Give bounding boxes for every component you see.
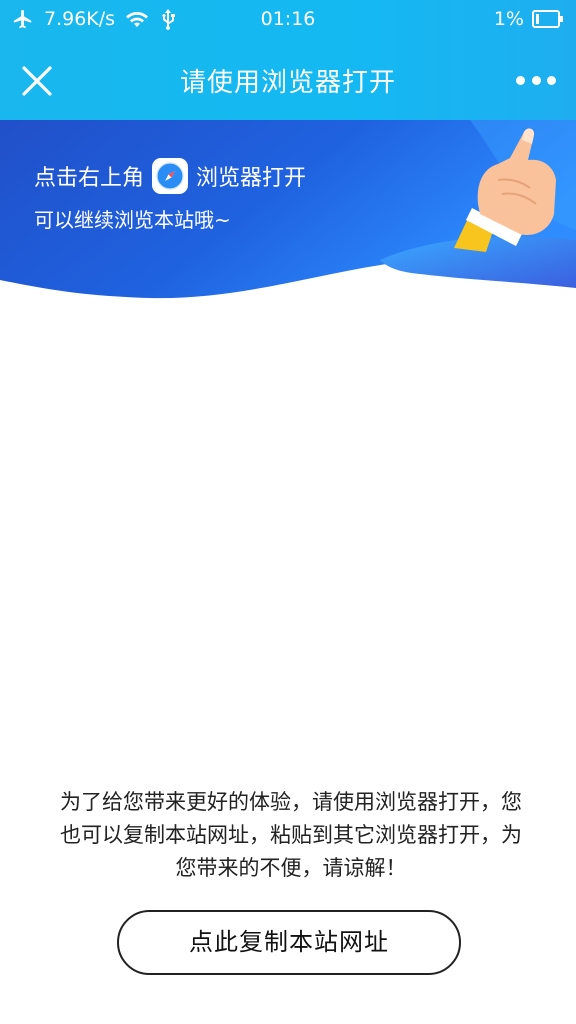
nav-bar: 请使用浏览器打开 <box>0 42 576 120</box>
page-title: 请使用浏览器打开 <box>179 68 396 98</box>
copy-url-button[interactable]: 点此复制本站网址 <box>117 910 461 975</box>
banner-line-2: 可以继续浏览本站哦~ <box>34 208 231 232</box>
more-icon[interactable] <box>516 68 556 92</box>
hint-banner: 点击右上角 浏览器打开 可以继续浏览本站哦~ <box>0 120 576 310</box>
compass-icon <box>152 158 189 194</box>
app-header: 7.96K/s 01:16 1% 请使用浏览器打开 <box>0 0 576 120</box>
banner-text-before: 点击右上角 <box>34 166 145 191</box>
browser-notice: 为了给您带来更好的体验，请使用浏览器打开，您也可以复制本站网址，粘贴到其它浏览器… <box>60 790 522 880</box>
status-time: 01:16 <box>260 8 316 30</box>
status-bar: 7.96K/s 01:16 1% <box>0 0 576 42</box>
pointing-hand-icon <box>450 122 570 256</box>
banner-line-1: 点击右上角 浏览器打开 <box>34 158 306 194</box>
banner-text-after: 浏览器打开 <box>196 166 307 191</box>
battery-percent: 1% <box>493 8 524 30</box>
status-right: 1% <box>494 8 564 30</box>
battery-icon <box>532 10 564 28</box>
